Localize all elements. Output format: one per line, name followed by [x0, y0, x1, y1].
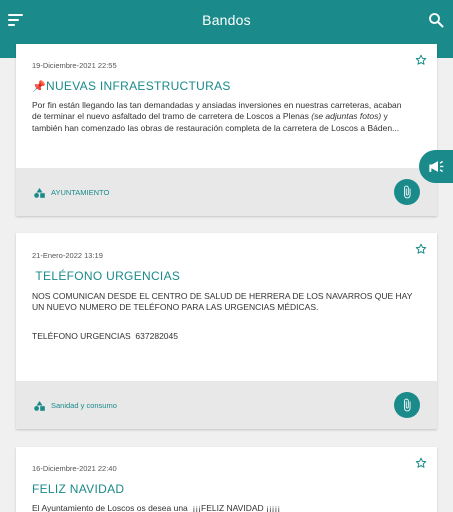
bando-text: NOS COMUNICAN DESDE EL CENTRO DE SALUD D…	[32, 291, 413, 313]
search-icon[interactable]	[428, 12, 444, 28]
bando-text: El Ayuntamiento de Loscos os desea una ¡…	[32, 503, 281, 512]
bando-title: FELIZ NAVIDAD	[32, 482, 125, 496]
bando-date: 16-Diciembre-2021 22:40	[32, 464, 117, 473]
bando-card[interactable]: 21-Enero-2022 13:19 TELÉFONO URGENCIAS N…	[16, 233, 437, 429]
category-label: AYUNTAMIENTO	[51, 188, 110, 197]
bando-title: TELÉFONO URGENCIAS	[32, 269, 181, 283]
bando-text-phone: TELÉFONO URGENCIAS 637282045	[32, 331, 178, 341]
star-outline-icon[interactable]	[415, 54, 427, 66]
bando-date: 19-Diciembre-2021 22:55	[32, 61, 117, 70]
pushpin-icon: 📌	[32, 81, 46, 93]
page-title: Bandos	[202, 12, 251, 28]
bando-card[interactable]: 19-Diciembre-2021 22:55 📌NUEVAS INFRAEST…	[16, 44, 437, 216]
category-label: Sanidad y consumo	[51, 401, 117, 410]
star-outline-icon[interactable]	[415, 457, 427, 469]
shapes-icon	[34, 401, 45, 411]
paperclip-icon	[404, 185, 411, 199]
paperclip-icon	[404, 398, 411, 412]
attachment-button[interactable]	[394, 392, 420, 418]
bando-card[interactable]: 16-Diciembre-2021 22:40 FELIZ NAVIDAD El…	[16, 447, 437, 512]
app-bar: Bandos	[0, 0, 453, 44]
star-outline-icon[interactable]	[415, 243, 427, 255]
bando-footer: AYUNTAMIENTO	[16, 168, 437, 216]
announcements-button[interactable]	[419, 150, 453, 183]
attachment-button[interactable]	[394, 179, 420, 205]
bando-title: 📌NUEVAS INFRAESTRUCTURAS	[32, 79, 231, 93]
shapes-icon	[34, 188, 45, 198]
megaphone-icon	[429, 160, 444, 173]
bando-date: 21-Enero-2022 13:19	[32, 251, 103, 260]
bando-footer: Sanidad y consumo	[16, 381, 437, 429]
bando-text: Por fin están llegando las tan demandada…	[32, 100, 402, 133]
